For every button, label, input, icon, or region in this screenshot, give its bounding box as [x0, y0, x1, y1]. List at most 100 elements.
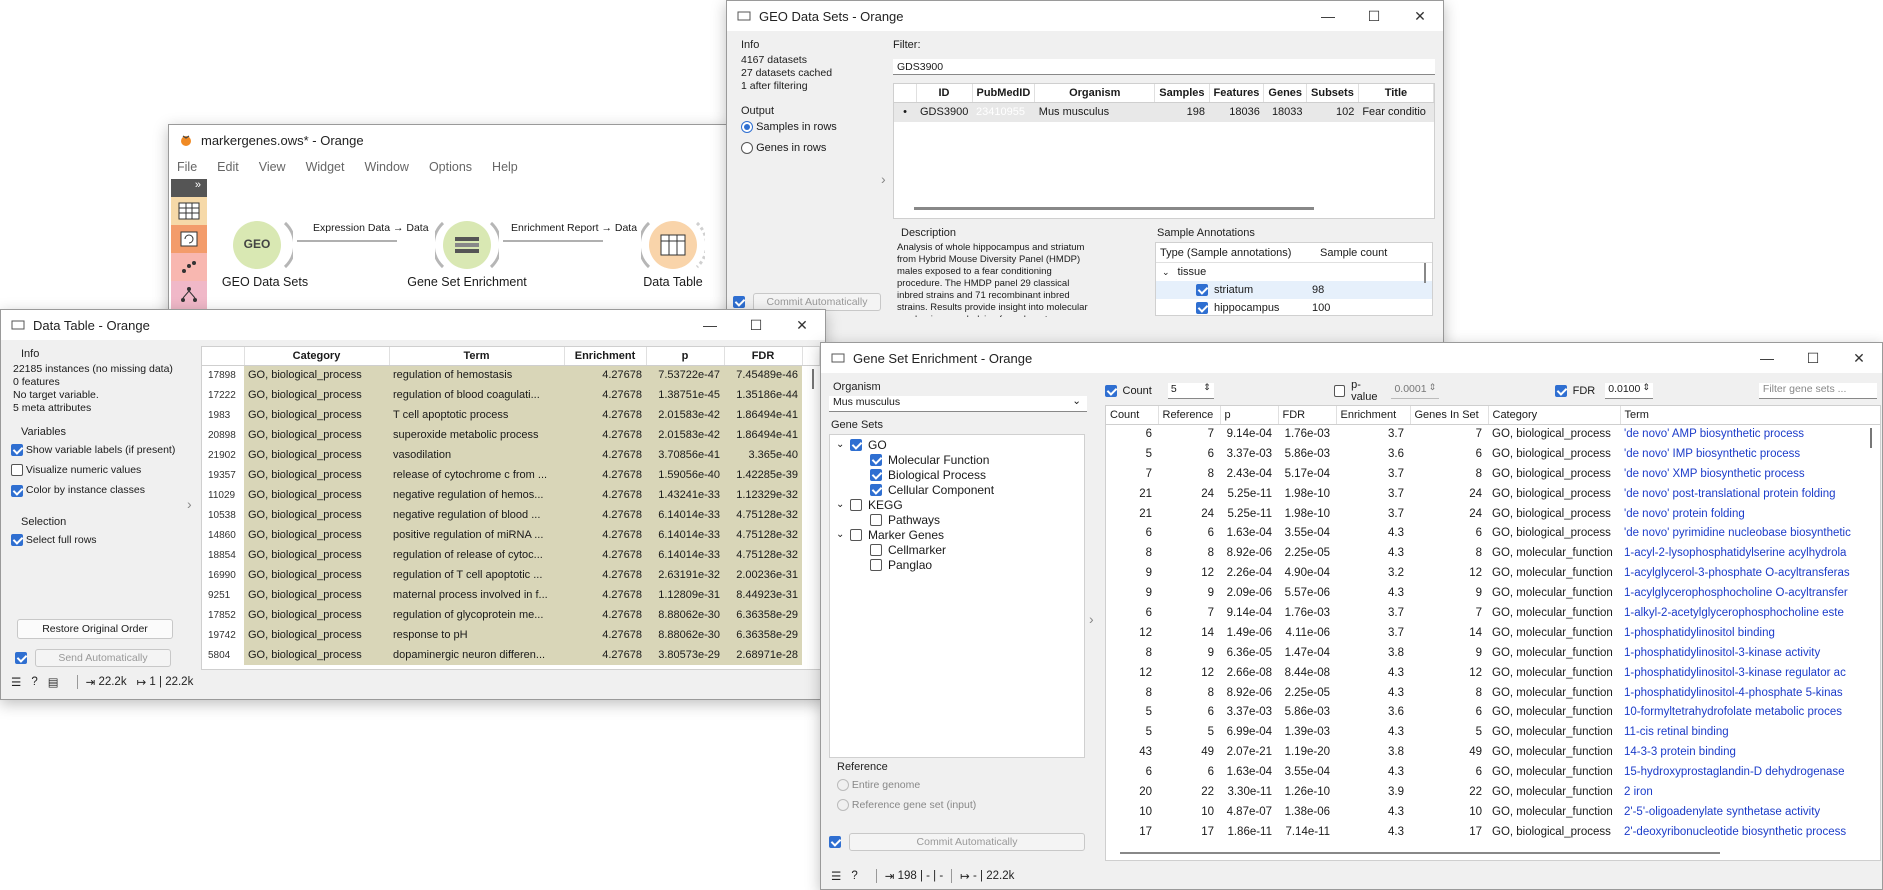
- menu-options[interactable]: Options: [429, 160, 472, 174]
- menu-view[interactable]: View: [259, 160, 286, 174]
- table-row[interactable]: 1983 GO, biological_process T cell apoptot…: [202, 405, 820, 425]
- cell-term[interactable]: 15-hydroxyprostaglandin-D dehydrogenase: [1620, 762, 1880, 782]
- col-title[interactable]: Title: [1358, 84, 1435, 103]
- geo-filter-input[interactable]: GDS3900: [893, 59, 1435, 75]
- sa-item-hippocampus[interactable]: hippocampus 100: [1156, 299, 1432, 317]
- cell-term[interactable]: 'de novo' IMP biosynthetic process: [1620, 444, 1880, 464]
- table-row[interactable]: 20898 GO, biological_process superoxide me…: [202, 425, 820, 445]
- col-fdr[interactable]: FDR: [724, 347, 803, 366]
- count-spinbox[interactable]: 5 ⇕: [1167, 382, 1214, 399]
- tree-item-panglao[interactable]: Panglao: [830, 557, 1084, 572]
- minimize-icon[interactable]: —: [1305, 1, 1351, 31]
- table-row[interactable]: 8 8 8.92e-06 2.25e-05 4.3 8 GO, molecular_func…: [1106, 543, 1880, 563]
- table-row[interactable]: 17 17 1.86e-11 7.14e-11 4.3 17 GO, biological_…: [1106, 822, 1880, 842]
- cell-term[interactable]: 2 iron: [1620, 782, 1880, 802]
- cell-term[interactable]: 'de novo' AMP biosynthetic process: [1620, 424, 1880, 444]
- sa-col-count[interactable]: Sample count: [1320, 247, 1387, 259]
- table-row[interactable]: 7 8 2.43e-04 5.17e-04 3.7 8 GO, biological_pro…: [1106, 464, 1880, 484]
- minimize-icon[interactable]: —: [687, 310, 733, 340]
- col-p[interactable]: p: [1220, 406, 1279, 425]
- cell-term[interactable]: 10-formyltetrahydrofolate metabolic proc…: [1620, 702, 1880, 722]
- table-row[interactable]: 8 9 6.36e-05 1.47e-04 3.8 9 GO, molecular_func…: [1106, 643, 1880, 663]
- gse-splitter-arrow-icon[interactable]: ›: [1089, 611, 1094, 627]
- table-row[interactable]: 9 12 2.26e-04 4.90e-04 3.2 12 GO, molecular_fu…: [1106, 563, 1880, 583]
- gse-vscrollbar[interactable]: [1870, 428, 1872, 448]
- table-row[interactable]: 5 6 3.37e-03 5.86e-03 3.6 6 GO, molecular_func…: [1106, 702, 1880, 722]
- checkbox-unchecked-icon[interactable]: [870, 513, 882, 526]
- gse-commit-button[interactable]: Commit Automatically: [849, 833, 1085, 851]
- col-reference[interactable]: Reference: [1158, 406, 1221, 425]
- tree-item-kegg[interactable]: ⌄ KEGG: [830, 497, 1084, 512]
- toolbox-expand-icon[interactable]: »: [171, 179, 207, 197]
- table-row[interactable]: 12 12 2.66e-08 8.44e-08 4.3 12 GO, molecular_f…: [1106, 663, 1880, 683]
- cell-term[interactable]: 2'-5'-oligoadenylate synthetase activity: [1620, 802, 1880, 822]
- tree-item-go[interactable]: ⌄ GO: [830, 437, 1084, 452]
- table-row[interactable]: 6 7 9.14e-04 1.76e-03 3.7 7 GO, biological_pro…: [1106, 424, 1880, 444]
- col-genes[interactable]: Genes: [1263, 84, 1308, 103]
- send-auto-checkbox[interactable]: [15, 652, 27, 664]
- col-organism[interactable]: Organism: [1034, 84, 1156, 103]
- table-row[interactable]: 19742 GO, biological_process response to p…: [202, 625, 820, 645]
- help-icon[interactable]: ?: [851, 870, 857, 882]
- maximize-icon[interactable]: ☐: [1790, 343, 1836, 373]
- checkbox-checked-icon[interactable]: [850, 438, 862, 451]
- cell-term[interactable]: 2'-deoxyribonucleotide biosynthetic proc…: [1620, 822, 1880, 842]
- radio-samples-in-rows[interactable]: Samples in rows: [741, 121, 885, 134]
- table-row[interactable]: 16990 GO, biological_process regulation of…: [202, 565, 820, 585]
- table-row[interactable]: 8 8 8.92e-06 2.25e-05 4.3 8 GO, molecular_func…: [1106, 683, 1880, 703]
- table-row[interactable]: 19357 GO, biological_process release of cy…: [202, 465, 820, 485]
- table-row[interactable]: 20 22 3.30e-11 1.26e-10 3.9 22 GO, molecular_f…: [1106, 782, 1880, 802]
- tree-item-cellmarker[interactable]: Cellmarker: [830, 542, 1084, 557]
- node-gene-set-enrichment[interactable]: [431, 213, 503, 277]
- tree-item-pathways[interactable]: Pathways: [830, 512, 1084, 527]
- maximize-icon[interactable]: ☐: [733, 310, 779, 340]
- fdr-spinbox[interactable]: 0.0100 ⇕: [1605, 382, 1653, 399]
- menu-edit[interactable]: Edit: [217, 160, 239, 174]
- cell-term[interactable]: 11-cis retinal binding: [1620, 722, 1880, 742]
- help-icon[interactable]: ?: [31, 676, 37, 688]
- table-row[interactable]: • GDS3900 23410955 Mus musculus 198 1803…: [894, 102, 1434, 122]
- table-row[interactable]: 6 6 1.63e-04 3.55e-04 4.3 6 GO, biological_pro…: [1106, 523, 1880, 543]
- cell-term[interactable]: 1-phosphatidylinositol binding: [1620, 623, 1880, 643]
- restore-original-order-button[interactable]: Restore Original Order: [17, 619, 173, 639]
- checkbox-show-variable-labels[interactable]: Show variable labels (if present): [11, 444, 183, 457]
- cell-term[interactable]: 1-phosphatidylinositol-3-kinase regulato…: [1620, 663, 1880, 683]
- checkbox-select-full-rows[interactable]: Select full rows: [11, 534, 183, 547]
- table-row[interactable]: 5 6 3.37e-03 5.86e-03 3.6 6 GO, biological_pro…: [1106, 444, 1880, 464]
- chevron-down-icon[interactable]: ⌄: [1162, 267, 1170, 278]
- toolbox-visualize-category[interactable]: [171, 253, 207, 281]
- cell-term[interactable]: 1-phosphatidylinositol-4-phosphate 5-kin…: [1620, 683, 1880, 703]
- checkbox-unchecked-icon[interactable]: [870, 558, 882, 571]
- col-term[interactable]: Term: [389, 347, 565, 366]
- close-icon[interactable]: ✕: [1836, 343, 1882, 373]
- table-row[interactable]: 17852 GO, biological_process regulation of…: [202, 605, 820, 625]
- cell-term[interactable]: 1-alkyl-2-acetylglycerophosphocholine es…: [1620, 603, 1880, 623]
- dt-splitter-arrow-icon[interactable]: ›: [187, 496, 192, 512]
- cell-term[interactable]: 1-acylglycerophosphocholine O-acyltransf…: [1620, 583, 1880, 603]
- checkbox-unchecked-icon[interactable]: [850, 498, 862, 511]
- tree-item-biological-process[interactable]: Biological Process: [830, 467, 1084, 482]
- filter-gene-sets-input[interactable]: Filter gene sets ...: [1758, 383, 1877, 399]
- cell-term[interactable]: 1-acyl-2-lysophosphatidylserine acylhydr…: [1620, 543, 1880, 563]
- tree-item-cellular-component[interactable]: Cellular Component: [830, 482, 1084, 497]
- table-row[interactable]: 10538 GO, biological_process negative regu…: [202, 505, 820, 525]
- radio-genes-in-rows[interactable]: Genes in rows: [741, 142, 885, 155]
- table-row[interactable]: 18854 GO, biological_process regulation of…: [202, 545, 820, 565]
- menu-window[interactable]: Window: [364, 160, 408, 174]
- node-data-table[interactable]: [637, 213, 709, 277]
- col-term[interactable]: Term: [1620, 406, 1880, 425]
- close-icon[interactable]: ✕: [779, 310, 825, 340]
- table-row[interactable]: 12 14 1.49e-06 4.11e-06 3.7 14 GO, molecular_f…: [1106, 623, 1880, 643]
- table-row[interactable]: 6 6 1.63e-04 3.55e-04 4.3 6 GO, molecular_func…: [1106, 762, 1880, 782]
- dt-vscrollbar[interactable]: [812, 369, 814, 389]
- cell-term[interactable]: 'de novo' protein folding: [1620, 504, 1880, 524]
- table-row[interactable]: 5804 GO, biological_process dopaminergic n…: [202, 645, 820, 665]
- col-category[interactable]: Category: [1488, 406, 1621, 425]
- checkbox-visualize-numeric[interactable]: Visualize numeric values: [11, 464, 183, 477]
- table-row[interactable]: 21902 GO, biological_process vasodilation 4…: [202, 445, 820, 465]
- menu-widget[interactable]: Widget: [306, 160, 345, 174]
- col-count[interactable]: Count: [1106, 406, 1159, 425]
- col-id[interactable]: ID: [916, 84, 973, 103]
- checkbox-checked-icon[interactable]: [870, 468, 882, 481]
- toolbox-model-category[interactable]: [171, 281, 207, 309]
